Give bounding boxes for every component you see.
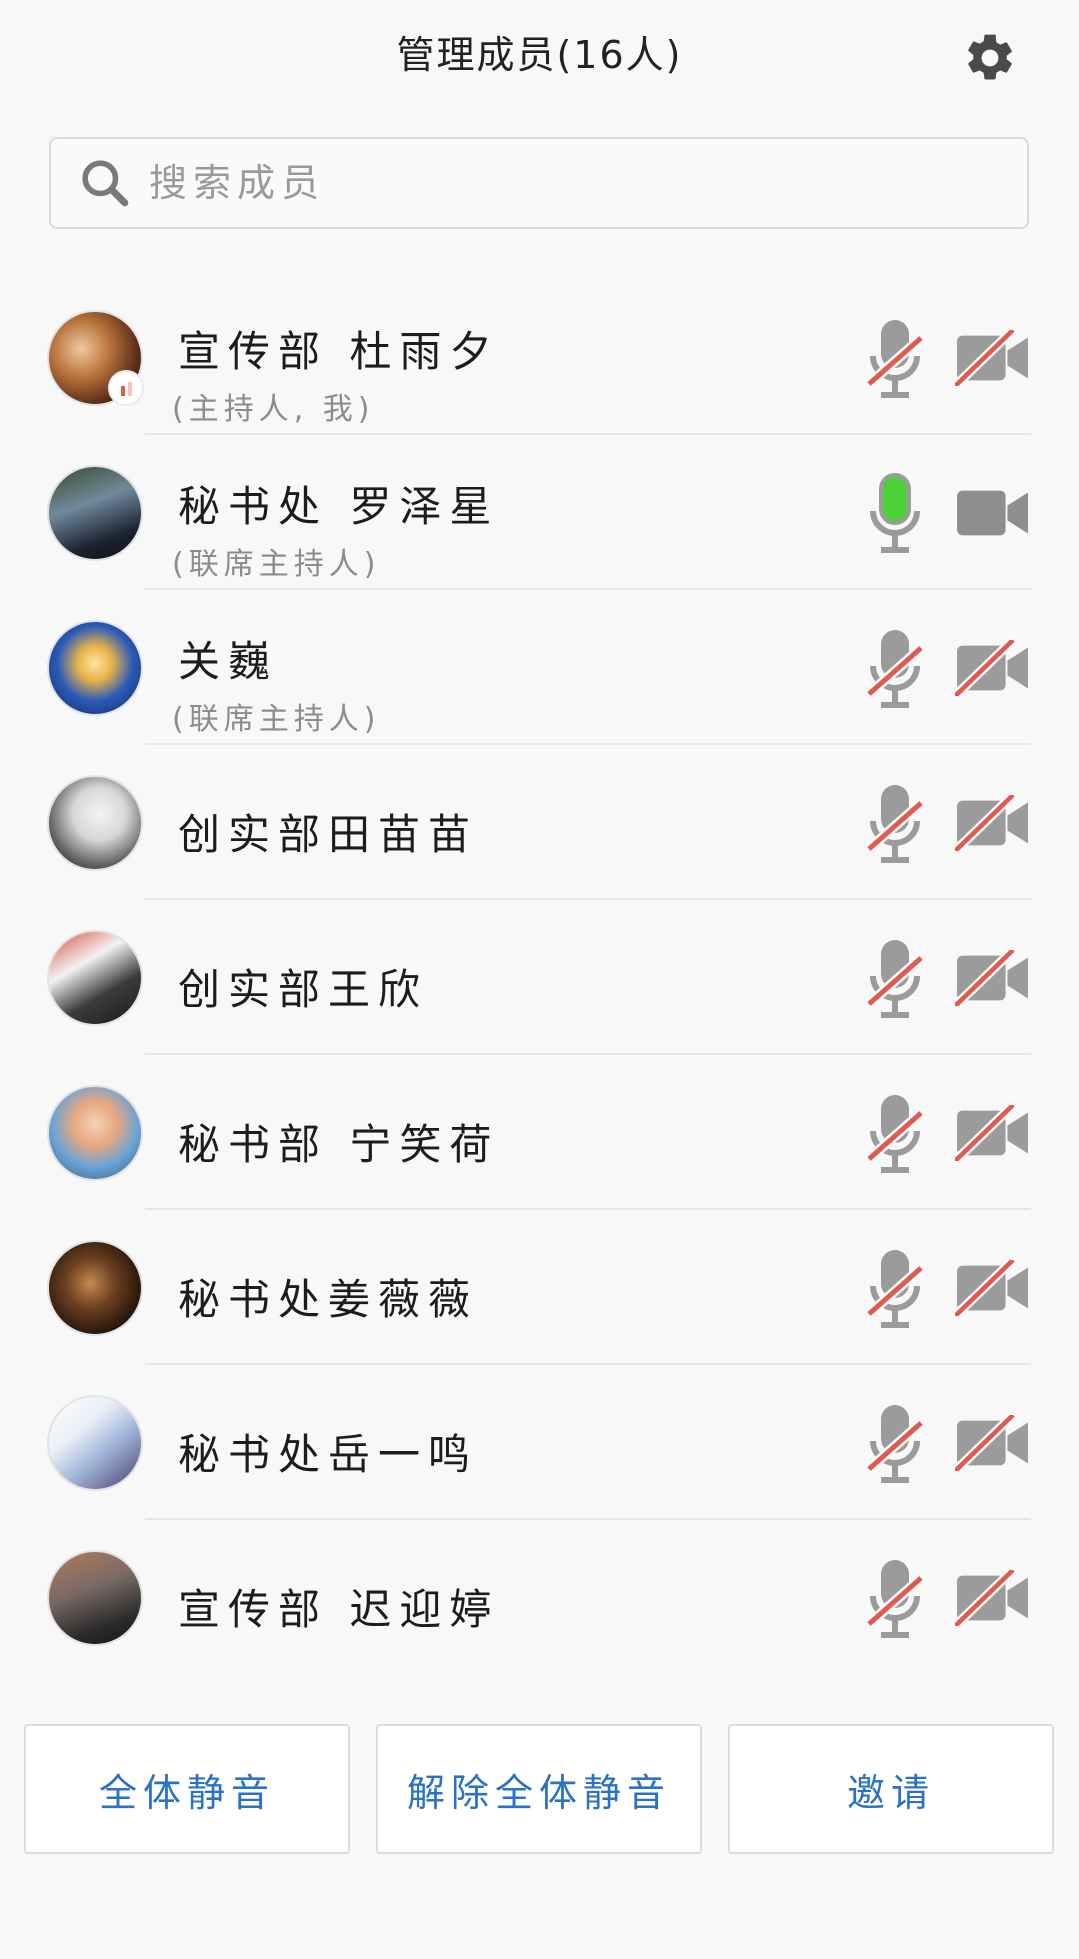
member-name: 创实部田苗苗 bbox=[178, 810, 479, 859]
camera-off-icon[interactable] bbox=[955, 1570, 1030, 1626]
member-name: 创实部王欣 bbox=[178, 965, 429, 1014]
bottom-actions: 全体静音 解除全体静音 邀请 bbox=[0, 1724, 1079, 1854]
microphone-muted-icon[interactable] bbox=[865, 783, 925, 865]
search-input[interactable] bbox=[147, 160, 1011, 206]
microphone-muted-icon[interactable] bbox=[865, 318, 925, 400]
avatar[interactable] bbox=[47, 1395, 143, 1491]
member-name: 秘书处岳一鸣 bbox=[178, 1430, 479, 1479]
member-row[interactable]: 秘书部 宁笑荷 bbox=[0, 1055, 1079, 1210]
camera-off-icon[interactable] bbox=[955, 1105, 1030, 1161]
microphone-muted-icon[interactable] bbox=[865, 1248, 925, 1330]
member-role: (联席主持人) bbox=[172, 547, 381, 582]
invite-button[interactable]: 邀请 bbox=[728, 1724, 1054, 1854]
microphone-active-icon[interactable] bbox=[865, 473, 925, 555]
camera-off-icon[interactable] bbox=[955, 1415, 1030, 1471]
microphone-muted-icon[interactable] bbox=[865, 628, 925, 710]
camera-off-icon[interactable] bbox=[955, 640, 1030, 696]
mute-all-button[interactable]: 全体静音 bbox=[24, 1724, 350, 1854]
member-name: 秘书处 罗泽星 bbox=[178, 482, 500, 531]
camera-off-icon[interactable] bbox=[955, 950, 1030, 1006]
member-name: 宣传部 迟迎婷 bbox=[178, 1585, 500, 1634]
page-title: 管理成员(16人) bbox=[396, 33, 683, 77]
member-row[interactable]: 秘书处姜薇薇 bbox=[0, 1210, 1079, 1365]
member-name: 秘书部 宁笑荷 bbox=[178, 1120, 500, 1169]
gear-icon[interactable] bbox=[962, 30, 1018, 86]
member-row[interactable]: 创实部王欣 bbox=[0, 900, 1079, 1055]
avatar[interactable] bbox=[47, 1085, 143, 1181]
member-row[interactable]: 关巍 (联席主持人) bbox=[0, 590, 1079, 745]
avatar[interactable] bbox=[47, 465, 143, 561]
microphone-muted-icon[interactable] bbox=[865, 1403, 925, 1485]
audio-level-badge bbox=[108, 370, 144, 406]
microphone-muted-icon[interactable] bbox=[865, 938, 925, 1020]
member-role: (主持人, 我) bbox=[172, 392, 375, 427]
unmute-all-button[interactable]: 解除全体静音 bbox=[376, 1724, 702, 1854]
avatar[interactable] bbox=[47, 930, 143, 1026]
search-icon bbox=[82, 160, 129, 207]
member-name: 宣传部 杜雨夕 bbox=[178, 327, 500, 376]
member-row[interactable]: 创实部田苗苗 bbox=[0, 745, 1079, 900]
microphone-muted-icon[interactable] bbox=[865, 1558, 925, 1640]
member-row[interactable]: 宣传部 杜雨夕 (主持人, 我) bbox=[0, 280, 1079, 435]
avatar[interactable] bbox=[47, 1240, 143, 1336]
camera-off-icon[interactable] bbox=[955, 330, 1030, 386]
camera-on-icon[interactable] bbox=[955, 485, 1030, 541]
member-row[interactable]: 秘书处 罗泽星 (联席主持人) bbox=[0, 435, 1079, 590]
member-role: (联席主持人) bbox=[172, 702, 381, 737]
search-bar[interactable] bbox=[49, 137, 1029, 229]
member-list: 宣传部 杜雨夕 (主持人, 我) 秘书处 罗泽星 (联席主持人) 关巍 (联席主持人) 创实… bbox=[0, 280, 1079, 1675]
microphone-muted-icon[interactable] bbox=[865, 1093, 925, 1175]
avatar[interactable] bbox=[47, 1550, 143, 1646]
header-bar: 管理成员(16人) bbox=[0, 0, 1079, 115]
member-name: 关巍 bbox=[178, 637, 279, 686]
member-row[interactable]: 秘书处岳一鸣 bbox=[0, 1365, 1079, 1520]
member-name: 秘书处姜薇薇 bbox=[178, 1275, 479, 1324]
avatar[interactable] bbox=[47, 620, 143, 716]
avatar[interactable] bbox=[47, 775, 143, 871]
camera-off-icon[interactable] bbox=[955, 795, 1030, 851]
camera-off-icon[interactable] bbox=[955, 1260, 1030, 1316]
member-row[interactable]: 宣传部 迟迎婷 bbox=[0, 1520, 1079, 1675]
